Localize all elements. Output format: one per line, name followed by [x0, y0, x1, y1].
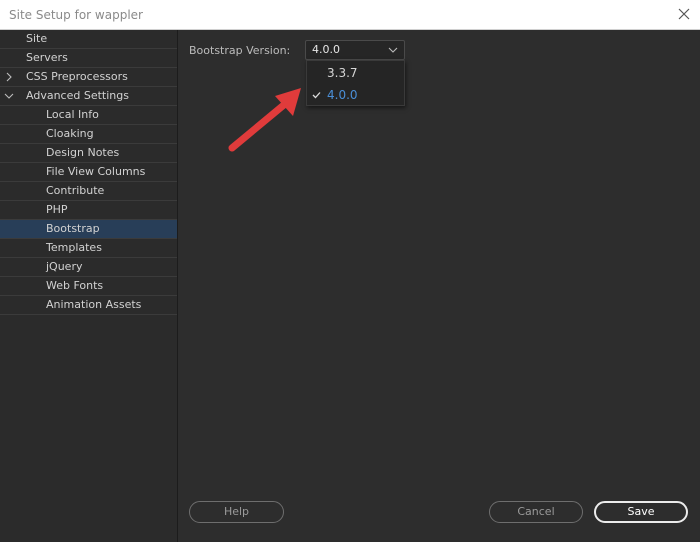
- sidebar-item-local-info[interactable]: Local Info: [0, 106, 177, 125]
- sidebar-item-label: CSS Preprocessors: [26, 70, 128, 83]
- sidebar-item-label: Cloaking: [46, 127, 94, 140]
- sidebar-item-label: Web Fonts: [46, 279, 104, 292]
- sidebar-item-label: Local Info: [46, 108, 99, 121]
- close-icon[interactable]: [674, 4, 694, 24]
- cancel-button[interactable]: Cancel: [489, 501, 583, 523]
- sidebar-item-label: Servers: [26, 51, 68, 64]
- sidebar-item-site[interactable]: Site: [0, 30, 177, 49]
- red-arrow-annotation: [228, 88, 301, 152]
- sidebar-item-cloaking[interactable]: Cloaking: [0, 125, 177, 144]
- help-button[interactable]: Help: [189, 501, 284, 523]
- sidebar-item-label: jQuery: [46, 260, 83, 273]
- option-label: 3.3.7: [327, 66, 358, 80]
- option-label: 4.0.0: [327, 88, 358, 102]
- sidebar-item-label: Advanced Settings: [26, 89, 129, 102]
- category-sidebar: Site Servers CSS Preprocessors Advanced …: [0, 30, 178, 542]
- check-icon: [312, 92, 321, 99]
- sidebar-item-bootstrap[interactable]: Bootstrap: [0, 220, 177, 239]
- chevron-right-icon[interactable]: [4, 72, 14, 82]
- option-3-3-7[interactable]: 3.3.7: [307, 62, 404, 84]
- sidebar-item-servers[interactable]: Servers: [0, 49, 177, 68]
- sidebar-item-contribute[interactable]: Contribute: [0, 182, 177, 201]
- sidebar-item-animation-assets[interactable]: Animation Assets: [0, 296, 177, 315]
- title-bar: Site Setup for wappler: [0, 0, 700, 30]
- sidebar-item-label: Design Notes: [46, 146, 120, 159]
- bootstrap-version-dropdown: 3.3.7 4.0.0: [306, 60, 405, 106]
- window-title: Site Setup for wappler: [9, 8, 143, 22]
- settings-panel: Bootstrap Version: 4.0.0 3.3.7 4.0.0 Hel…: [179, 30, 700, 542]
- bootstrap-version-select[interactable]: 4.0.0: [305, 40, 405, 60]
- sidebar-item-label: Animation Assets: [46, 298, 142, 311]
- sidebar-item-label: File View Columns: [46, 165, 146, 178]
- sidebar-item-design-notes[interactable]: Design Notes: [0, 144, 177, 163]
- sidebar-item-file-view-columns[interactable]: File View Columns: [0, 163, 177, 182]
- bootstrap-version-value: 4.0.0: [312, 43, 340, 56]
- bootstrap-version-label: Bootstrap Version:: [189, 44, 291, 57]
- chevron-down-icon[interactable]: [4, 91, 14, 101]
- sidebar-item-advanced-settings[interactable]: Advanced Settings: [0, 87, 177, 106]
- caret-down-icon: [388, 47, 398, 53]
- sidebar-item-css-preprocessors[interactable]: CSS Preprocessors: [0, 68, 177, 87]
- sidebar-item-templates[interactable]: Templates: [0, 239, 177, 258]
- sidebar-item-jquery[interactable]: jQuery: [0, 258, 177, 277]
- sidebar-item-php[interactable]: PHP: [0, 201, 177, 220]
- save-button[interactable]: Save: [594, 501, 688, 523]
- sidebar-item-label: Site: [26, 32, 48, 45]
- option-4-0-0[interactable]: 4.0.0: [307, 84, 404, 106]
- sidebar-item-label: Contribute: [46, 184, 105, 197]
- sidebar-item-label: PHP: [46, 203, 68, 216]
- sidebar-item-label: Templates: [46, 241, 102, 254]
- sidebar-item-web-fonts[interactable]: Web Fonts: [0, 277, 177, 296]
- sidebar-item-label: Bootstrap: [46, 222, 100, 235]
